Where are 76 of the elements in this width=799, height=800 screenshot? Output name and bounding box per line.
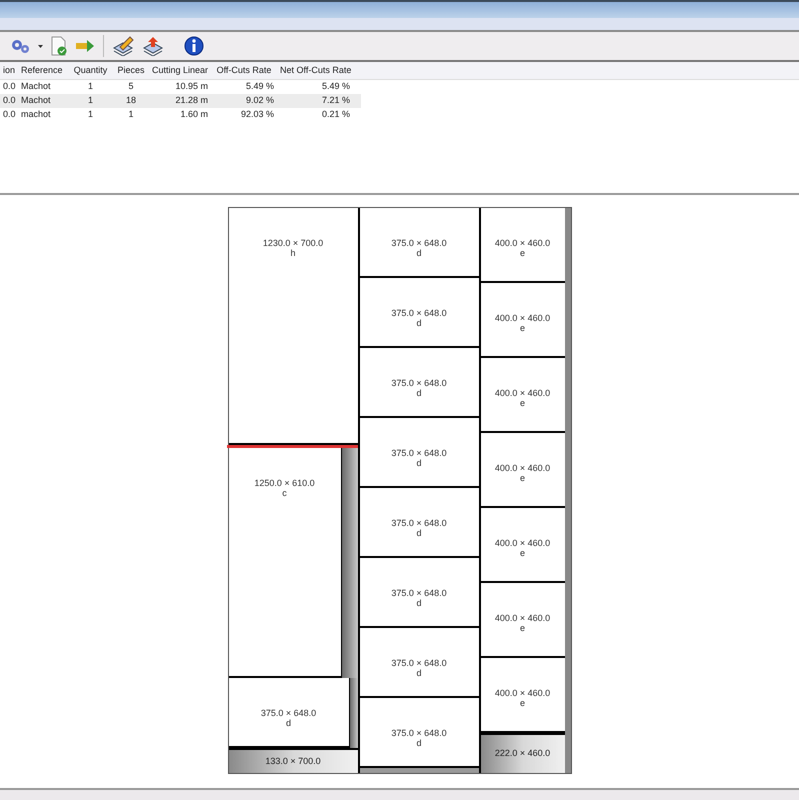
piece-code: d xyxy=(416,318,422,328)
piece-size: 400.0 × 460.0 xyxy=(494,613,550,623)
piece-size: 1230.0 × 700.0 xyxy=(262,238,324,248)
upload-stack-icon[interactable] xyxy=(142,36,164,56)
table-cell-text: Machot xyxy=(20,80,52,94)
piece-size: 375.0 × 648.0 xyxy=(391,378,447,388)
piece-code: d xyxy=(416,528,422,538)
table-row[interactable]: 0.0 machot 1 1 1.60 m 92.03 % 0.21 % xyxy=(0,108,361,122)
piece-code: e xyxy=(520,548,525,558)
table-cell-text: 0.21 % xyxy=(320,108,351,122)
table-row[interactable]: 0.0 Machot 1 18 21.28 m 9.02 % 7.21 % xyxy=(0,94,361,108)
piece-size: 400.0 × 460.0 xyxy=(494,538,550,548)
column-header[interactable]: Cutting Linear xyxy=(149,64,211,78)
table-cell-text: 18 xyxy=(124,94,137,108)
gears-icon[interactable] xyxy=(10,38,30,54)
piece-size: 375.0 × 648.0 xyxy=(391,588,447,598)
table-cell-text: 5.49 % xyxy=(244,80,275,94)
piece-code: e xyxy=(520,623,525,633)
piece-size: 1250.0 × 610.0 xyxy=(254,478,315,488)
piece-code: d xyxy=(416,458,422,468)
table-cell-text: 0.0 xyxy=(2,108,17,122)
piece-code: d xyxy=(286,718,291,728)
piece-size: 375.0 × 648.0 xyxy=(260,708,316,718)
table-cell-text: 92.03 % xyxy=(240,108,275,122)
piece-size: 375.0 × 648.0 xyxy=(391,518,447,528)
piece-size: 375.0 × 648.0 xyxy=(391,728,447,738)
piece-size: 375.0 × 648.0 xyxy=(391,658,447,668)
piece-size: 400.0 × 460.0 xyxy=(494,388,550,398)
table-row[interactable]: 0.0 Machot 1 5 10.95 m 5.49 % 5.49 % xyxy=(0,80,361,94)
piece-size: 375.0 × 648.0 xyxy=(391,238,447,248)
piece-code: e xyxy=(520,398,525,408)
piece-size: 400.0 × 460.0 xyxy=(494,238,550,248)
column-header[interactable]: ion xyxy=(0,64,18,78)
piece-code: d xyxy=(416,388,422,398)
column-header[interactable]: Reference xyxy=(18,64,68,78)
piece-code: d xyxy=(416,248,422,258)
table-cell-text: 5.49 % xyxy=(320,80,351,94)
piece-code: c xyxy=(282,488,287,498)
caret-icon[interactable] xyxy=(38,44,43,48)
table-cell-text: 10.95 m xyxy=(174,80,209,94)
table-cell-text: 1 xyxy=(86,94,94,108)
piece-code: d xyxy=(416,598,422,608)
piece-size: 400.0 × 460.0 xyxy=(494,463,550,473)
table-cell-text: 1 xyxy=(127,108,134,122)
table-cell-text: Machot xyxy=(20,94,52,108)
piece-size: 375.0 × 648.0 xyxy=(391,308,447,318)
table-cell-text: 1 xyxy=(86,80,94,94)
column-header[interactable]: Pieces xyxy=(113,64,149,78)
piece-code: e xyxy=(520,248,525,258)
table-cell-text: machot xyxy=(20,108,52,122)
table-cell-text: 1.60 m xyxy=(179,108,209,122)
table-cell-text: 0.0 xyxy=(2,94,17,108)
column-header[interactable]: Off-Cuts Rate xyxy=(211,64,277,78)
table-cell-text: 5 xyxy=(127,80,134,94)
piece-code: e xyxy=(520,698,525,708)
table-cell-text: 0.0 xyxy=(2,80,17,94)
info-icon[interactable] xyxy=(184,36,204,56)
table-cell-text: 9.02 % xyxy=(244,94,275,108)
table-cell-text: 21.28 m xyxy=(174,94,209,108)
offcut-size: 133.0 × 700.0 xyxy=(265,754,321,768)
document-check-icon[interactable] xyxy=(51,36,67,56)
piece-size: 400.0 × 460.0 xyxy=(494,313,550,323)
column-header[interactable]: Quantity xyxy=(68,64,113,78)
offcut-size: 222.0 × 460.0 xyxy=(494,747,550,760)
piece-code: e xyxy=(520,473,525,483)
piece-code: e xyxy=(520,323,525,333)
piece-code: h xyxy=(290,248,296,258)
piece-code: d xyxy=(416,738,422,748)
piece-code: d xyxy=(416,668,422,678)
piece-size: 375.0 × 648.0 xyxy=(391,448,447,458)
pencil-stack-icon[interactable] xyxy=(112,36,134,56)
piece-size: 400.0 × 460.0 xyxy=(494,688,550,698)
column-header[interactable]: Net Off-Cuts Rate xyxy=(277,64,353,78)
table-cell-text: 7.21 % xyxy=(320,94,351,108)
table-cell-text: 1 xyxy=(86,108,94,122)
arrow-right-icon[interactable] xyxy=(75,39,95,53)
